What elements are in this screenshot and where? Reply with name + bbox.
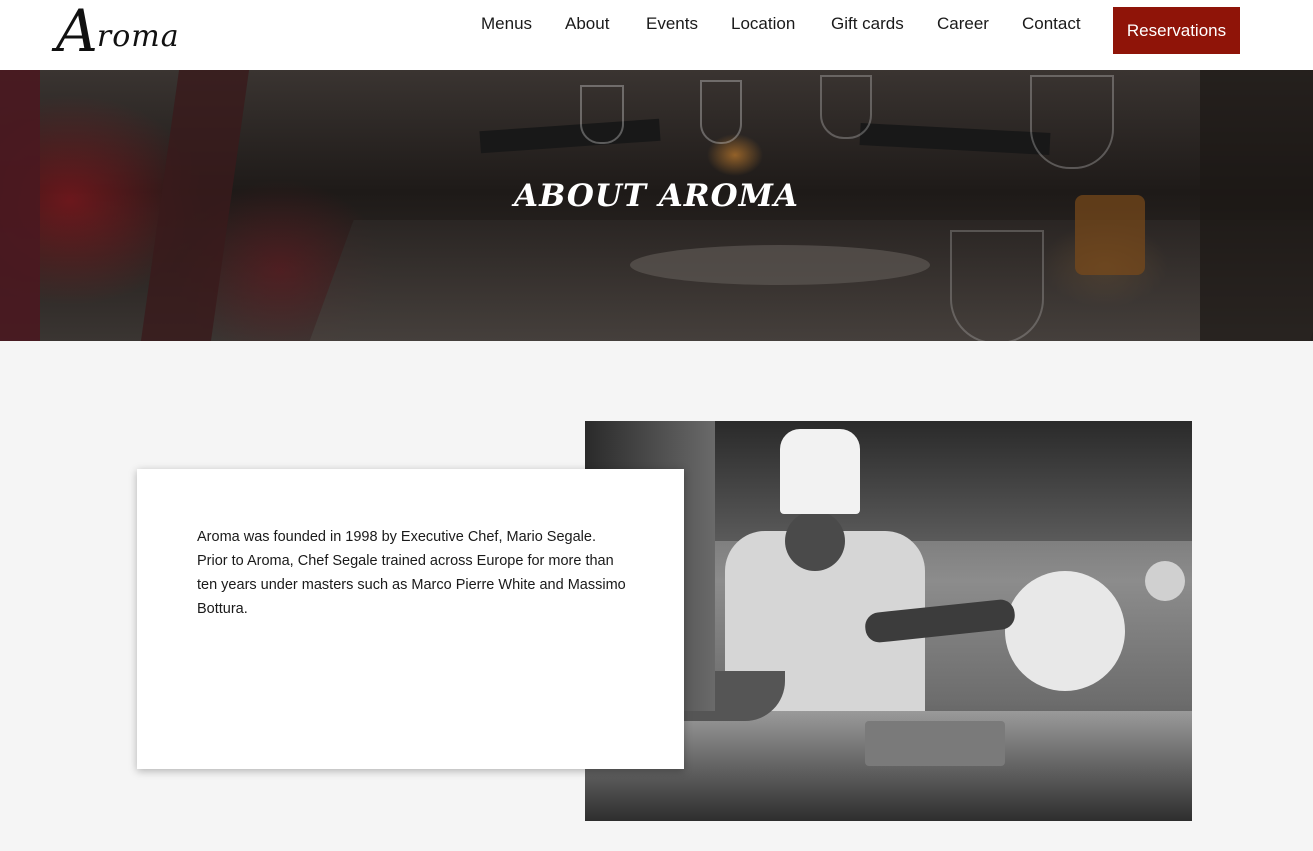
site-header: A roma Menus About Events Location Gift … — [0, 0, 1313, 70]
logo-text: roma — [96, 18, 180, 54]
nav-menus[interactable]: Menus — [481, 14, 532, 34]
nav-location[interactable]: Location — [731, 14, 795, 34]
about-description: Aroma was founded in 1998 by Executive C… — [197, 529, 626, 617]
nav-events[interactable]: Events — [646, 14, 698, 34]
nav-contact[interactable]: Contact — [1022, 14, 1081, 34]
reservations-button[interactable]: Reservations — [1113, 7, 1240, 54]
nav-career[interactable]: Career — [937, 14, 989, 34]
logo-initial: A — [56, 0, 99, 65]
page-title: ABOUT AROMA — [514, 178, 799, 214]
about-text-card: Aroma was founded in 1998 by Executive C… — [137, 469, 684, 769]
logo[interactable]: A roma — [56, 0, 180, 62]
nav-about[interactable]: About — [565, 14, 609, 34]
nav-gift-cards[interactable]: Gift cards — [831, 14, 904, 34]
hero-banner: ABOUT AROMA — [0, 70, 1313, 341]
